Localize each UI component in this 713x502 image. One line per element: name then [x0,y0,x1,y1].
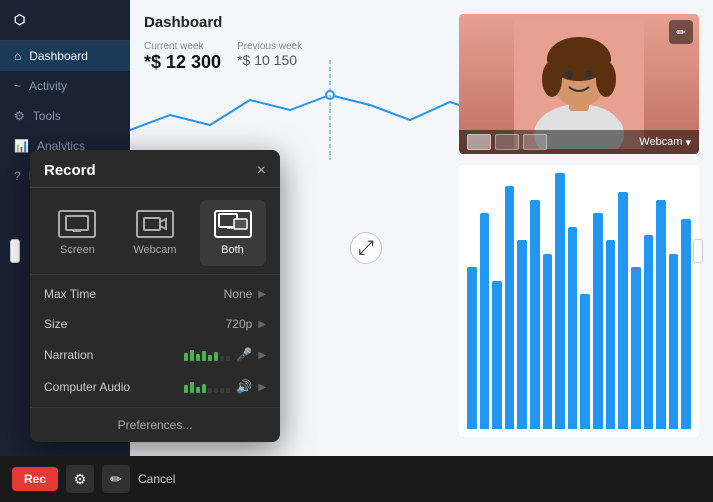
current-week-label: Current week [144,41,221,52]
bar [631,267,641,429]
bar [467,267,477,429]
bar [492,281,502,429]
chevron-down-icon[interactable]: ▾ [685,136,691,149]
bars-container [467,173,691,429]
webcam-mode-cam[interactable] [523,134,547,150]
bar [681,219,691,429]
move-cursor-icon[interactable]: ⤢ [350,232,382,264]
bar [606,240,616,429]
settings-section: Max Time None ▶ Size 720p ▶ Narration [30,274,280,407]
max-time-row[interactable]: Max Time None ▶ [30,279,280,309]
webcam-mode-label: Webcam [133,244,176,256]
record-dialog-title: Record [44,162,96,179]
mode-btn-both[interactable]: Both [200,200,266,266]
speaker-icon[interactable]: 🔊 [236,379,252,395]
record-dialog: Record × Screen Webcam [30,150,280,442]
edit-icon: ✏ [676,26,685,39]
max-time-label: Max Time [44,287,96,301]
webcam-label: Webcam ▾ [639,136,691,149]
narration-label: Narration [44,348,93,362]
chevron-right-icon: ▶ [258,289,266,300]
bar [543,254,553,429]
narration-volume [184,350,230,361]
rec-button[interactable]: Rec [12,467,58,491]
audio-volume [184,382,230,393]
narration-row[interactable]: Narration 🎤 ▶ [30,339,280,371]
bar [656,200,666,429]
max-time-value: None ▶ [224,287,266,301]
bar-chart-area [459,165,699,437]
chevron-right-icon: ▶ [258,350,266,361]
bar [505,186,515,429]
cancel-button[interactable]: Cancel [138,472,175,486]
webcam-mode-screen[interactable] [467,134,491,150]
webcam-mode-icon [136,210,174,238]
sidebar-item-tools[interactable]: ⚙ Tools [0,101,130,131]
sidebar-item-label: Tools [33,109,61,123]
sidebar-item-label: Activity [29,79,67,93]
gear-icon: ⚙ [74,471,87,488]
webcam-preview: ✏ Webcam ▾ [459,14,699,154]
computer-audio-row[interactable]: Computer Audio 🔊 ▶ [30,371,280,403]
narration-controls: 🎤 ▶ [184,347,266,363]
previous-week-label: Previous week [237,41,302,52]
mode-buttons-group: Screen Webcam Both [30,188,280,274]
mode-btn-webcam[interactable]: Webcam [119,200,190,266]
bar [555,173,565,429]
size-value: 720p ▶ [226,317,266,331]
bar [669,254,679,429]
record-dialog-header: Record × [30,150,280,188]
preferences-button[interactable]: Preferences... [30,407,280,442]
audio-controls: 🔊 ▶ [184,379,266,395]
webcam-mode-buttons [467,134,547,150]
bar [618,192,628,429]
microphone-icon[interactable]: 🎤 [236,347,252,363]
help-icon: ? [14,169,21,183]
tools-icon: ⚙ [14,109,25,123]
webcam-edit-button[interactable]: ✏ [669,20,693,44]
bar [480,213,490,429]
computer-audio-label: Computer Audio [44,380,130,394]
pencil-icon: ✏ [110,471,122,488]
bar [517,240,527,429]
analytics-icon: 📊 [14,139,29,153]
size-row[interactable]: Size 720p ▶ [30,309,280,339]
chevron-right-icon: ▶ [258,319,266,330]
edit-button[interactable]: ✏ [102,465,130,493]
size-label: Size [44,317,67,331]
home-icon: ⌂ [14,49,21,63]
sidebar-item-label: Dashboard [29,49,88,63]
both-mode-label: Both [221,244,244,256]
screen-mode-label: Screen [60,244,95,256]
settings-button[interactable]: ⚙ [66,465,94,493]
mode-btn-screen[interactable]: Screen [44,200,110,266]
webcam-toolbar: Webcam ▾ [459,130,699,154]
both-mode-icon [214,210,252,238]
sidebar-item-dashboard[interactable]: ⌂ Dashboard [0,41,130,71]
resize-handle-right[interactable] [693,239,703,263]
sidebar-item-activity[interactable]: ~ Activity [0,71,130,101]
bar [568,227,578,429]
resize-handle-left[interactable] [10,239,20,263]
activity-icon: ~ [14,79,21,93]
bar [580,294,590,429]
bar [644,235,654,429]
webcam-mode-split[interactable] [495,134,519,150]
close-button[interactable]: × [257,163,266,179]
screen-icon [58,210,96,238]
sidebar-logo: ⬡ [0,0,130,41]
bottom-toolbar: Rec ⚙ ✏ Cancel [0,456,713,502]
chevron-right-icon: ▶ [258,382,266,393]
bar [530,200,540,429]
bar [593,213,603,429]
